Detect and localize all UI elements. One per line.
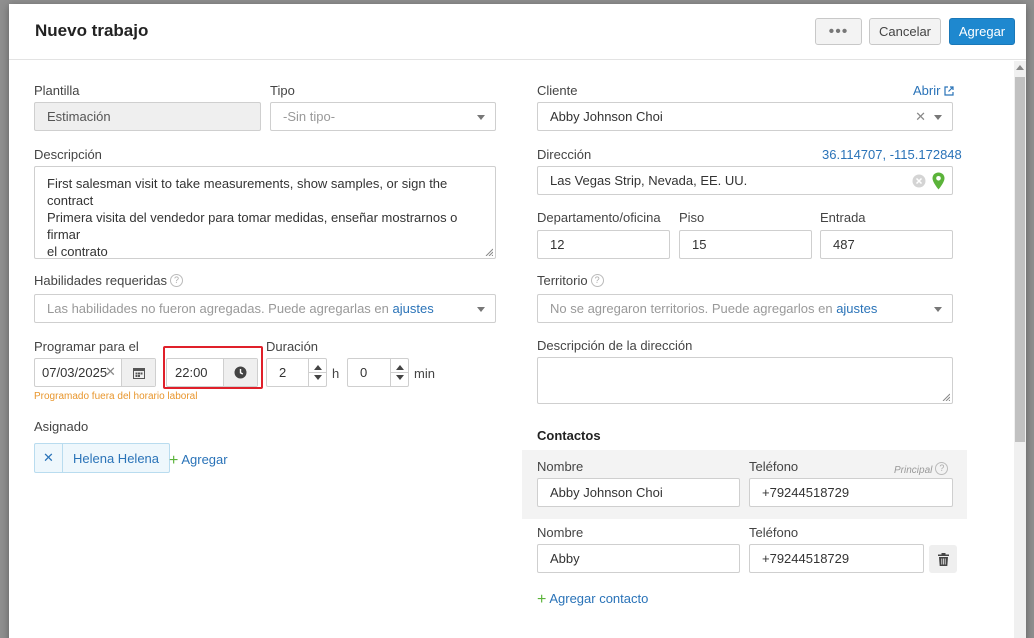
client-select[interactable]: Abby Johnson Choi ✕ xyxy=(537,102,953,131)
assignee-chip: ✕ Helena Helena xyxy=(34,443,171,473)
chevron-down-icon xyxy=(934,115,942,120)
resize-handle-icon[interactable] xyxy=(942,393,950,401)
clear-client-icon[interactable]: ✕ xyxy=(915,109,926,125)
dialog-title: Nuevo trabajo xyxy=(35,21,149,40)
apartment-input[interactable]: 12 xyxy=(537,230,670,259)
contacts-title: Contactos xyxy=(537,428,601,443)
principal-label: Principal? xyxy=(894,462,949,476)
scroll-thumb[interactable] xyxy=(1015,77,1025,442)
cancel-button[interactable]: Cancelar xyxy=(869,18,941,45)
decrement-icon xyxy=(314,375,322,380)
floor-label: Piso xyxy=(679,210,705,225)
remove-assignee-icon[interactable]: ✕ xyxy=(35,444,63,472)
floor-input[interactable]: 15 xyxy=(679,230,812,259)
clear-date-icon[interactable]: ✕ xyxy=(105,364,116,380)
scroll-up-icon[interactable] xyxy=(1016,65,1024,70)
add-assignee-link[interactable]: + Agregar xyxy=(169,452,228,470)
skills-settings-link[interactable]: ajustes xyxy=(393,301,434,316)
skills-select[interactable]: Las habilidades no fueron agregadas. Pue… xyxy=(34,294,496,323)
territory-select[interactable]: No se agregaron territorios. Puede agreg… xyxy=(537,294,953,323)
schedule-label: Programar para el xyxy=(34,339,139,354)
address-label: Dirección xyxy=(537,147,592,162)
help-icon[interactable]: ? xyxy=(935,462,949,475)
address-description-label: Descripción de la dirección xyxy=(537,338,693,353)
chevron-down-icon xyxy=(934,307,942,312)
increment-icon xyxy=(396,365,404,370)
help-icon[interactable]: ? xyxy=(169,274,183,287)
template-label: Plantilla xyxy=(34,83,80,98)
contact-phone-input[interactable]: +79244518729 xyxy=(749,544,924,573)
type-select[interactable]: -Sin tipo- xyxy=(270,102,496,131)
assignee-name: Helena Helena xyxy=(73,450,160,466)
address-input[interactable]: Las Vegas Strip, Nevada, EE. UU. xyxy=(537,166,953,195)
help-icon[interactable]: ? xyxy=(590,274,604,287)
scrollbar[interactable] xyxy=(1014,61,1026,638)
chevron-down-icon xyxy=(477,307,485,312)
description-label: Descripción xyxy=(34,147,102,162)
template-field: Estimación xyxy=(34,102,261,131)
contact-name-label: Nombre xyxy=(537,525,584,540)
apartment-label: Departamento/oficina xyxy=(537,210,661,225)
new-job-dialog: Nuevo trabajo ••• Cancelar Agregar Plant… xyxy=(9,4,1026,638)
contact-phone-label: Teléfono xyxy=(749,459,799,474)
delete-contact-button[interactable] xyxy=(929,545,957,573)
add-button[interactable]: Agregar xyxy=(949,18,1015,45)
description-textarea[interactable]: First salesman visit to take measurement… xyxy=(34,166,496,259)
more-options-button[interactable]: ••• xyxy=(815,18,862,45)
plus-icon: + xyxy=(537,591,547,608)
hours-unit: h xyxy=(332,366,340,381)
add-contact-link[interactable]: + Agregar contacto xyxy=(537,591,648,609)
trash-icon xyxy=(937,552,949,566)
skills-label: Habilidades requeridas? xyxy=(34,273,183,288)
duration-hours-input[interactable]: 2 xyxy=(266,358,327,387)
contact-name-label: Nombre xyxy=(537,459,584,474)
map-pin-icon[interactable] xyxy=(932,172,945,190)
territory-label: Territorio? xyxy=(537,273,604,288)
plus-icon: + xyxy=(169,452,179,469)
entrance-label: Entrada xyxy=(820,210,866,225)
contact-name-input[interactable]: Abby Johnson Choi xyxy=(537,478,740,507)
coordinates-link[interactable]: 36.114707, -115.172848 xyxy=(822,147,962,162)
client-label: Cliente xyxy=(537,83,578,98)
schedule-warning: Programado fuera del horario laboral xyxy=(34,391,198,402)
chevron-down-icon xyxy=(477,115,485,120)
duration-minutes-input[interactable]: 0 xyxy=(347,358,409,387)
external-link-icon xyxy=(944,86,954,96)
date-input[interactable]: 07/03/2025 ✕ xyxy=(34,358,156,387)
address-description-textarea[interactable] xyxy=(537,357,953,404)
clear-address-icon[interactable] xyxy=(912,174,926,188)
duration-label: Duración xyxy=(266,339,319,354)
contact-phone-label: Teléfono xyxy=(749,525,799,540)
open-client-link[interactable]: Abrir xyxy=(913,83,954,98)
dialog-body: Plantilla Estimación Tipo -Sin tipo- Des… xyxy=(9,61,1014,638)
entrance-input[interactable]: 487 xyxy=(820,230,953,259)
increment-icon xyxy=(314,365,322,370)
dialog-header: Nuevo trabajo ••• Cancelar Agregar xyxy=(9,4,1026,60)
minutes-stepper[interactable] xyxy=(390,359,408,386)
minutes-unit: min xyxy=(414,366,435,381)
hours-stepper[interactable] xyxy=(308,359,326,386)
type-label: Tipo xyxy=(270,83,295,98)
territory-settings-link[interactable]: ajustes xyxy=(836,301,877,316)
assigned-label: Asignado xyxy=(34,419,89,434)
contact-name-input[interactable]: Abby xyxy=(537,544,740,573)
resize-handle-icon[interactable] xyxy=(485,248,493,256)
contact-phone-input[interactable]: +79244518729 xyxy=(749,478,953,507)
calendar-button[interactable] xyxy=(121,359,155,386)
decrement-icon xyxy=(396,375,404,380)
highlight-box xyxy=(163,346,263,389)
calendar-icon xyxy=(132,367,145,379)
